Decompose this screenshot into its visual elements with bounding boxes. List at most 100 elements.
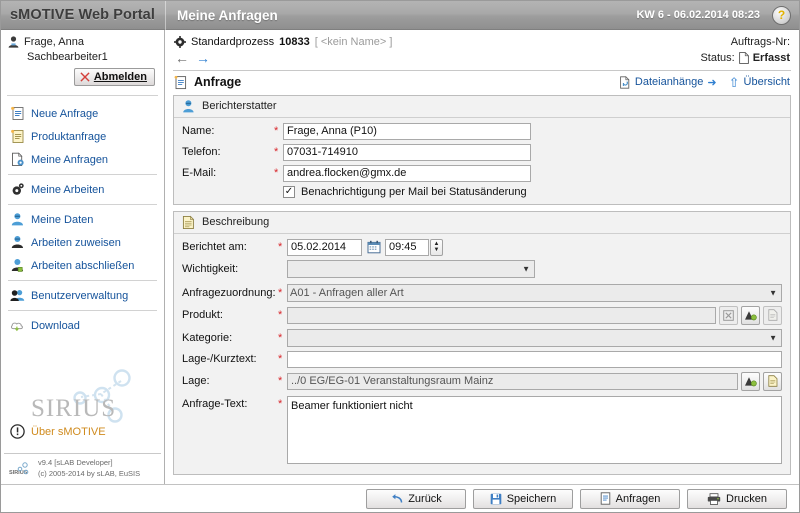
reporter-phone-row: Telefon: * xyxy=(182,143,782,161)
process-type-label: Standardprozess xyxy=(191,36,275,48)
reporter-panel-body: Name: * Telefon: * E-Mail: * xyxy=(174,118,790,204)
sidebar: Frage, Anna Sachbearbeiter1 Abmelden Neu… xyxy=(1,30,165,484)
sidebar-item-label: Benutzerverwaltung xyxy=(31,289,129,302)
close-x-icon xyxy=(80,72,90,82)
description-panel: Beschreibung Berichtet am: * 05.02.2014 … xyxy=(173,210,791,475)
overview-link-label: Übersicht xyxy=(743,76,790,89)
clear-product-button[interactable] xyxy=(719,305,738,325)
product-details-button[interactable] xyxy=(763,305,782,325)
nav-back-arrow-icon[interactable]: ← xyxy=(175,51,189,65)
back-button-label: Zurück xyxy=(408,492,442,505)
reporter-panel-title: Berichterstatter xyxy=(202,100,277,113)
reporter-email-input[interactable] xyxy=(283,164,531,182)
order-number-label: Auftrags-Nr: xyxy=(730,36,790,48)
print-button-label: Drucken xyxy=(726,492,767,505)
reported-on-label: Berichtet am: xyxy=(182,241,247,254)
reporter-name-label: Name: xyxy=(182,125,215,138)
sirius-branding-area: SIRIUS Über sMOTIVE xyxy=(1,337,164,453)
reporter-panel: Berichterstatter Name: * Telefon: * xyxy=(173,94,791,205)
description-note-icon xyxy=(181,215,196,230)
category-select[interactable] xyxy=(287,328,782,347)
panels-container: Berichterstatter Name: * Telefon: * xyxy=(165,94,799,498)
priority-label: Wichtigkeit: xyxy=(182,262,239,275)
assignment-label: Anfragezuordnung: xyxy=(182,286,276,299)
calendar-icon[interactable] xyxy=(365,239,382,256)
status-row: Status: Erfasst xyxy=(700,52,790,64)
save-button[interactable]: Speichern xyxy=(473,488,573,509)
reporter-phone-input[interactable] xyxy=(283,143,531,161)
sidebar-item-meine-daten[interactable]: Meine Daten xyxy=(1,208,164,231)
priority-select[interactable] xyxy=(287,259,535,278)
sidebar-nav: Neue Anfrage Produktanfrage Meine Anfrag… xyxy=(1,100,164,337)
sidebar-item-arbeiten-zuweisen[interactable]: Arbeiten zuweisen xyxy=(1,231,164,254)
request-text-textarea[interactable]: Beamer funktioniert nicht xyxy=(287,395,782,464)
application-window: sMOTIVE Web Portal Meine Anfragen KW 6 -… xyxy=(0,0,800,513)
user-block: Frage, Anna Sachbearbeiter1 Abmelden xyxy=(1,30,164,91)
status-label: Status: xyxy=(700,52,735,64)
required-marker: * xyxy=(274,125,279,138)
sidebar-item-neue-anfrage[interactable]: Neue Anfrage xyxy=(1,102,164,125)
sidebar-item-produktanfrage[interactable]: Produktanfrage xyxy=(1,125,164,148)
sidebar-item-arbeiten-abschliessen[interactable]: Arbeiten abschließen xyxy=(1,254,164,277)
footer-toolbar: Zurück Speichern Anfragen Drucken xyxy=(1,484,799,512)
back-button[interactable]: Zurück xyxy=(366,488,466,509)
notify-checkbox[interactable]: ✓ xyxy=(283,185,295,198)
assignment-select[interactable]: A01 - Anfragen aller Art xyxy=(287,283,782,302)
my-work-icon xyxy=(10,182,25,197)
sirius-wordmark: SIRIUS xyxy=(31,395,117,422)
arrow-right-icon: ➜ xyxy=(707,76,717,89)
description-panel-body: Berichtet am: * 05.02.2014 09:45 ▲ ▼ Wic… xyxy=(174,234,790,474)
sidebar-item-label: Neue Anfrage xyxy=(31,107,99,120)
status-badge: Erfasst xyxy=(752,52,790,64)
sidebar-item-download[interactable]: Download xyxy=(1,314,164,337)
requests-button-label: Anfragen xyxy=(615,492,661,505)
section-links: Dateianhänge ➜ ⇧ Übersicht xyxy=(619,76,790,89)
required-marker: * xyxy=(278,241,283,254)
overview-link[interactable]: ⇧ Übersicht xyxy=(729,76,790,89)
notify-checkbox-label: Benachrichtigung per Mail bei Statusände… xyxy=(301,185,527,198)
time-stepper[interactable]: ▲ ▼ xyxy=(430,238,443,256)
section-title-label: Anfrage xyxy=(194,75,242,90)
print-button[interactable]: Drucken xyxy=(687,488,787,509)
reporter-name-row: Name: * xyxy=(182,122,782,140)
reported-on-row: Berichtet am: * 05.02.2014 09:45 ▲ ▼ xyxy=(182,238,782,256)
logout-button[interactable]: Abmelden xyxy=(73,68,155,86)
about-smotive-link[interactable]: Über sMOTIVE xyxy=(10,424,106,439)
location-details-button[interactable] xyxy=(763,371,782,391)
body-container: Frage, Anna Sachbearbeiter1 Abmelden Neu… xyxy=(1,30,799,498)
user-role: Sachbearbeiter1 xyxy=(27,51,108,63)
required-marker: * xyxy=(278,286,283,299)
process-header-right: Auftrags-Nr: Status: Erfasst xyxy=(700,36,790,64)
reporter-email-row: E-Mail: * xyxy=(182,164,782,182)
reporter-name-input[interactable] xyxy=(283,122,531,140)
requests-button[interactable]: Anfragen xyxy=(580,488,680,509)
reported-on-date-input[interactable] xyxy=(287,238,362,256)
section-title: Anfrage xyxy=(174,75,241,90)
sidebar-item-label: Meine Arbeiten xyxy=(31,183,105,196)
app-brand-title: sMOTIVE Web Portal xyxy=(10,7,155,23)
help-icon[interactable]: ? xyxy=(772,5,791,25)
reporter-panel-header: Berichterstatter xyxy=(174,95,790,118)
product-input[interactable] xyxy=(287,306,716,324)
nav-forward-arrow-icon[interactable]: → xyxy=(196,51,210,65)
request-text-row: Anfrage-Text: * Beamer funktioniert nich… xyxy=(182,395,782,464)
request-text-label: Anfrage-Text: xyxy=(182,397,248,410)
reported-on-time-input[interactable] xyxy=(385,238,429,256)
category-select-wrapper: ▼ xyxy=(287,328,782,347)
about-smotive-label: Über sMOTIVE xyxy=(31,425,106,438)
sidebar-item-meine-arbeiten[interactable]: Meine Arbeiten xyxy=(1,178,164,201)
priority-row: Wichtigkeit: * ▼ xyxy=(182,259,782,278)
sidebar-divider-1 xyxy=(7,95,158,96)
select-product-button[interactable] xyxy=(741,305,760,325)
attachments-link[interactable]: Dateianhänge ➜ xyxy=(619,76,717,89)
location-input[interactable] xyxy=(287,372,738,390)
process-number: 10833 xyxy=(279,36,310,48)
sidebar-item-benutzerverwaltung[interactable]: Benutzerverwaltung xyxy=(1,284,164,307)
location-short-label: Lage-/Kurztext: xyxy=(182,353,257,366)
notify-checkbox-row: ✓ Benachrichtigung per Mail bei Statusän… xyxy=(182,185,782,198)
order-number-row: Auftrags-Nr: xyxy=(700,36,790,48)
sidebar-item-meine-anfragen[interactable]: Meine Anfragen xyxy=(1,148,164,171)
location-short-input[interactable] xyxy=(287,350,782,368)
request-doc-icon xyxy=(174,75,188,90)
select-location-button[interactable] xyxy=(741,371,760,391)
